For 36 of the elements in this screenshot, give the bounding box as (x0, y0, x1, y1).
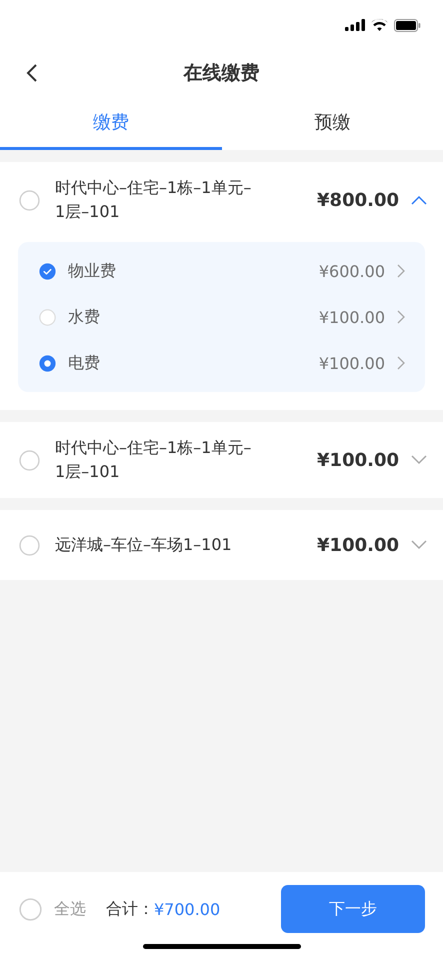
property-name: 时代中心–住宅–1栋–1单元–1层–101 (55, 177, 252, 223)
radio-button[interactable] (39, 354, 56, 372)
checkbox[interactable] (39, 262, 56, 280)
fee-amount: ¥100.00 (318, 354, 385, 372)
fee-name: 电费 (68, 352, 100, 374)
chevron-down-icon[interactable] (411, 455, 427, 465)
property-amount: ¥100.00 (317, 534, 399, 556)
checkbox[interactable] (19, 898, 42, 920)
checkbox[interactable] (19, 190, 40, 210)
wifi-icon (371, 19, 388, 31)
property-amount: ¥800.00 (317, 190, 399, 210)
property-name: 时代中心–住宅–1栋–1单元–1层–101 (55, 437, 252, 483)
chevron-right-icon[interactable] (397, 264, 405, 278)
fee-name: 物业费 (68, 260, 116, 282)
tab[interactable]: 缴费 (0, 96, 222, 150)
back-icon[interactable] (25, 63, 39, 83)
property-name: 远洋城–车位–车场1–101 (55, 534, 233, 556)
fee-name: 水费 (68, 306, 100, 328)
select-all-label: 全选 (54, 898, 86, 920)
property-amount: ¥100.00 (317, 450, 399, 470)
chevron-down-icon[interactable] (411, 540, 427, 550)
tab[interactable]: 预缴 (222, 96, 443, 150)
checkbox[interactable] (19, 450, 40, 470)
chevron-up-icon[interactable] (411, 195, 427, 205)
page-title: 在线缴费 (184, 61, 260, 86)
chevron-right-icon[interactable] (397, 310, 405, 324)
chevron-right-icon[interactable] (397, 356, 405, 370)
checkbox[interactable] (39, 308, 56, 326)
battery-icon (394, 18, 421, 32)
checkbox[interactable] (19, 534, 40, 556)
fee-amount: ¥600.00 (318, 262, 385, 280)
signal-icon (345, 19, 365, 31)
next-button[interactable]: 下一步 (281, 885, 425, 933)
total-amount: ¥700.00 (154, 900, 220, 918)
total-label: 合计： (106, 898, 154, 920)
fee-amount: ¥100.00 (318, 308, 385, 326)
